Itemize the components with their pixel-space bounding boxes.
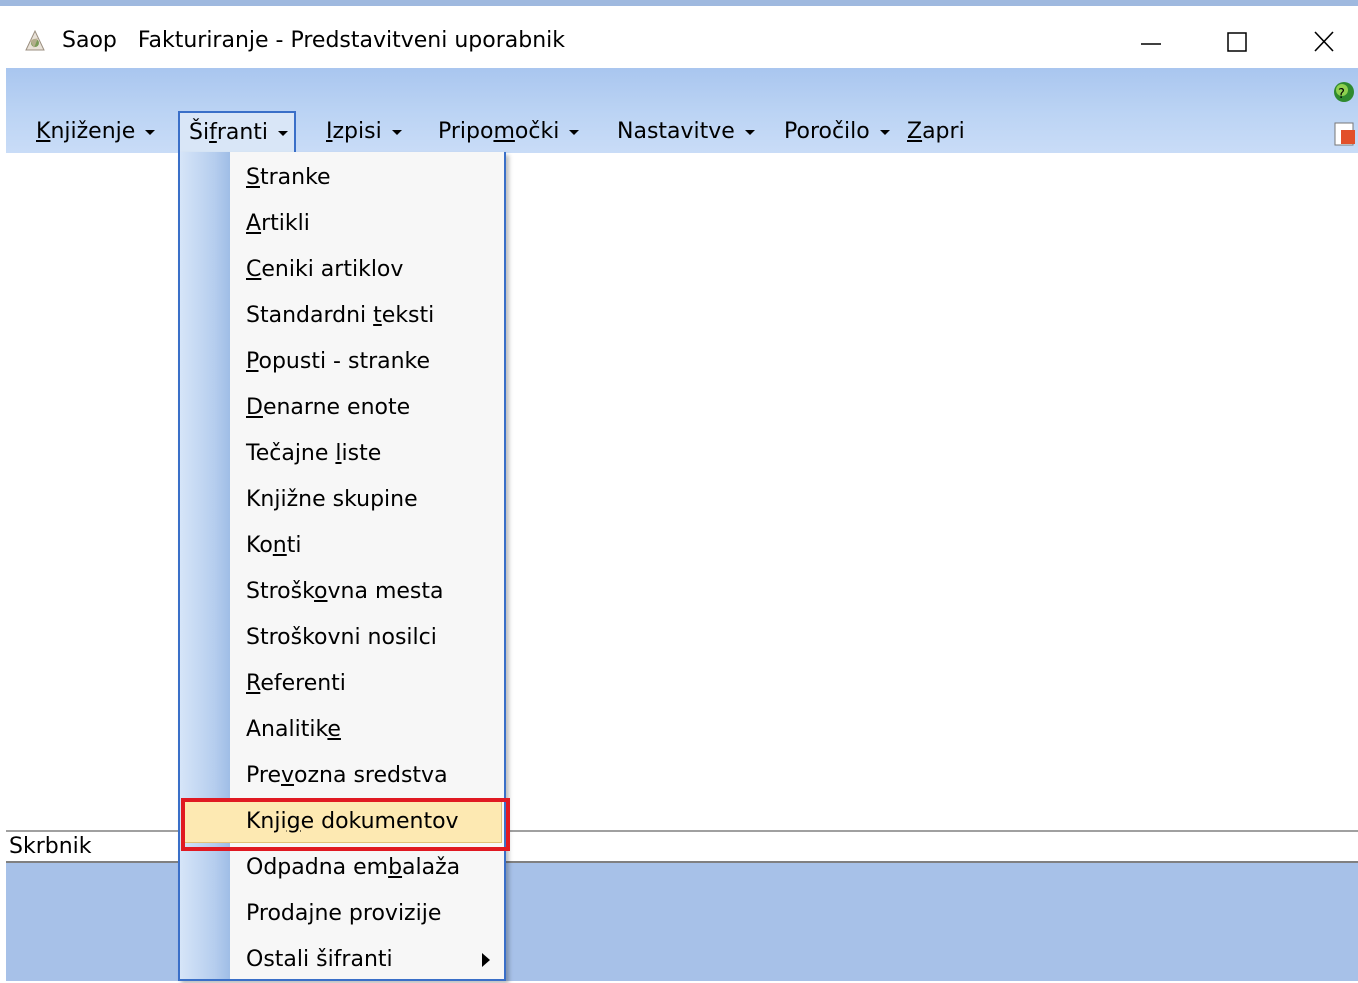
item-text: tranke	[259, 165, 331, 190]
chevron-down-icon	[744, 129, 755, 135]
close-icon	[1314, 31, 1334, 52]
menu-item-odpadna-embalaza[interactable]: Odpadna embalaža	[230, 845, 506, 891]
menu-item-tecajne-liste[interactable]: Tečajne liste	[230, 431, 506, 477]
menu-item-knjizne-skupine[interactable]: Knjižne skupine	[230, 477, 506, 523]
item-mnemonic: S	[246, 165, 260, 190]
menu-item-denarne-enote[interactable]: Denarne enote	[230, 385, 506, 431]
menu-item-stranke[interactable]: Stranke	[230, 155, 506, 201]
item-text: enarne enote	[262, 395, 411, 420]
maximize-icon	[1227, 32, 1247, 52]
menu-item-prodajne-provizije[interactable]: Prodajne provizije	[230, 891, 506, 937]
menu-item-ostali-sifranti[interactable]: Ostali šifranti	[230, 937, 506, 983]
chevron-down-icon	[145, 129, 156, 135]
item-text: Ostali šifranti	[246, 947, 393, 972]
menu-label-part: apri	[922, 119, 965, 144]
item-text: vna mesta	[327, 579, 444, 604]
item-mnemonic: b	[388, 855, 403, 880]
menu-item-stroskovna-mesta[interactable]: Stroškovna mesta	[230, 569, 506, 615]
menu-label-part: očki	[514, 119, 560, 144]
item-text: Stroškovni nosilci	[246, 625, 437, 650]
menu-label-part: Poročilo	[784, 119, 870, 144]
menu-sifranti[interactable]: Šifranti	[178, 111, 296, 153]
item-mnemonic: R	[246, 671, 261, 696]
item-text: Prodajne provizije	[246, 901, 442, 926]
menu-label-part: njiženje	[50, 119, 136, 144]
chevron-right-icon	[482, 953, 490, 967]
menu-item-ceniki-artiklov[interactable]: Ceniki artiklov	[230, 247, 506, 293]
item-mnemonic: C	[246, 257, 262, 282]
selection-annotation-box	[181, 798, 510, 851]
svg-text:?: ?	[1338, 87, 1345, 102]
item-text: eferenti	[260, 671, 346, 696]
menu-label-part: Nastavitve	[617, 119, 735, 144]
window-title: Saop Fakturiranje - Predstavitveni upora…	[62, 28, 566, 53]
menu-mnemonic: K	[36, 119, 51, 144]
item-text: Standardni	[246, 303, 374, 328]
minimize-icon	[1141, 43, 1161, 45]
menu-izpisi[interactable]: Izpisi	[326, 112, 402, 152]
menu-item-popusti-stranke[interactable]: Popusti - stranke	[230, 339, 506, 385]
menu-item-konti[interactable]: Konti	[230, 523, 506, 569]
menu-item-referenti[interactable]: Referenti	[230, 661, 506, 707]
menu-mnemonic: m	[493, 119, 515, 144]
menu-gutter	[180, 152, 230, 979]
item-text: ozna sredstva	[294, 763, 448, 788]
item-text: Analitik	[246, 717, 328, 742]
menu-nastavitve[interactable]: Nastavitve	[617, 112, 755, 152]
item-text: Ko	[246, 533, 273, 558]
chevron-down-icon	[879, 129, 890, 135]
item-text: Knjižne skupine	[246, 487, 418, 512]
item-mnemonic: P	[246, 349, 259, 374]
item-mnemonic: n	[272, 533, 287, 558]
app-icon[interactable]	[22, 28, 48, 54]
menu-label-part: Pripo	[438, 119, 494, 144]
menu-item-artikli[interactable]: Artikli	[230, 201, 506, 247]
item-text: rtikli	[261, 211, 310, 236]
menu-mnemonic: Z	[907, 119, 923, 144]
chevron-down-icon	[391, 129, 402, 135]
close-button[interactable]	[1304, 24, 1344, 60]
item-mnemonic: e	[327, 717, 341, 742]
menu-item-prevozna-sredstva[interactable]: Prevozna sredstva	[230, 753, 506, 799]
chevron-down-icon	[278, 130, 289, 136]
status-label: Skrbnik	[9, 834, 92, 859]
maximize-button[interactable]	[1217, 24, 1257, 60]
menu-knjizenje[interactable]: Knjiženje	[36, 112, 156, 152]
menu-label-part: ranti	[216, 120, 269, 145]
menu-label-part: Ši	[189, 120, 210, 145]
menu-item-analitike[interactable]: Analitike	[230, 707, 506, 753]
menu-label-part: zpisi	[332, 119, 382, 144]
item-mnemonic: o	[314, 579, 328, 604]
menu-pripomocki[interactable]: Pripomočki	[438, 112, 580, 152]
chevron-down-icon	[569, 129, 580, 135]
item-mnemonic: D	[246, 395, 263, 420]
item-text: ti	[286, 533, 302, 558]
item-mnemonic: t	[373, 303, 382, 328]
item-text: Pre	[246, 763, 281, 788]
item-text: alaža	[402, 855, 461, 880]
item-text: opusti - stranke	[258, 349, 431, 374]
help-icon[interactable]: ?	[1330, 78, 1358, 106]
exit-icon[interactable]	[1333, 120, 1358, 148]
item-mnemonic: v	[280, 763, 295, 788]
menu-item-standardni-teksti[interactable]: Standardni teksti	[230, 293, 506, 339]
menu-porocilo[interactable]: Poročilo	[784, 112, 890, 152]
menu-zapri[interactable]: Zapri	[907, 112, 965, 152]
item-text: Tečajne	[246, 441, 336, 466]
item-mnemonic: A	[246, 211, 262, 236]
item-text: eksti	[381, 303, 435, 328]
item-text: Strošk	[246, 579, 315, 604]
item-text: Odpadna em	[246, 855, 389, 880]
minimize-button[interactable]	[1131, 24, 1171, 60]
item-text: iste	[341, 441, 382, 466]
menu-mnemonic: f	[209, 120, 217, 145]
sifranti-dropdown-menu: Stranke Artikli Ceniki artiklov Standard…	[178, 152, 506, 981]
title-bar: Saop Fakturiranje - Predstavitveni upora…	[0, 0, 1358, 68]
menu-item-stroskovni-nosilci[interactable]: Stroškovni nosilci	[230, 615, 506, 661]
item-text: eniki artiklov	[261, 257, 404, 282]
